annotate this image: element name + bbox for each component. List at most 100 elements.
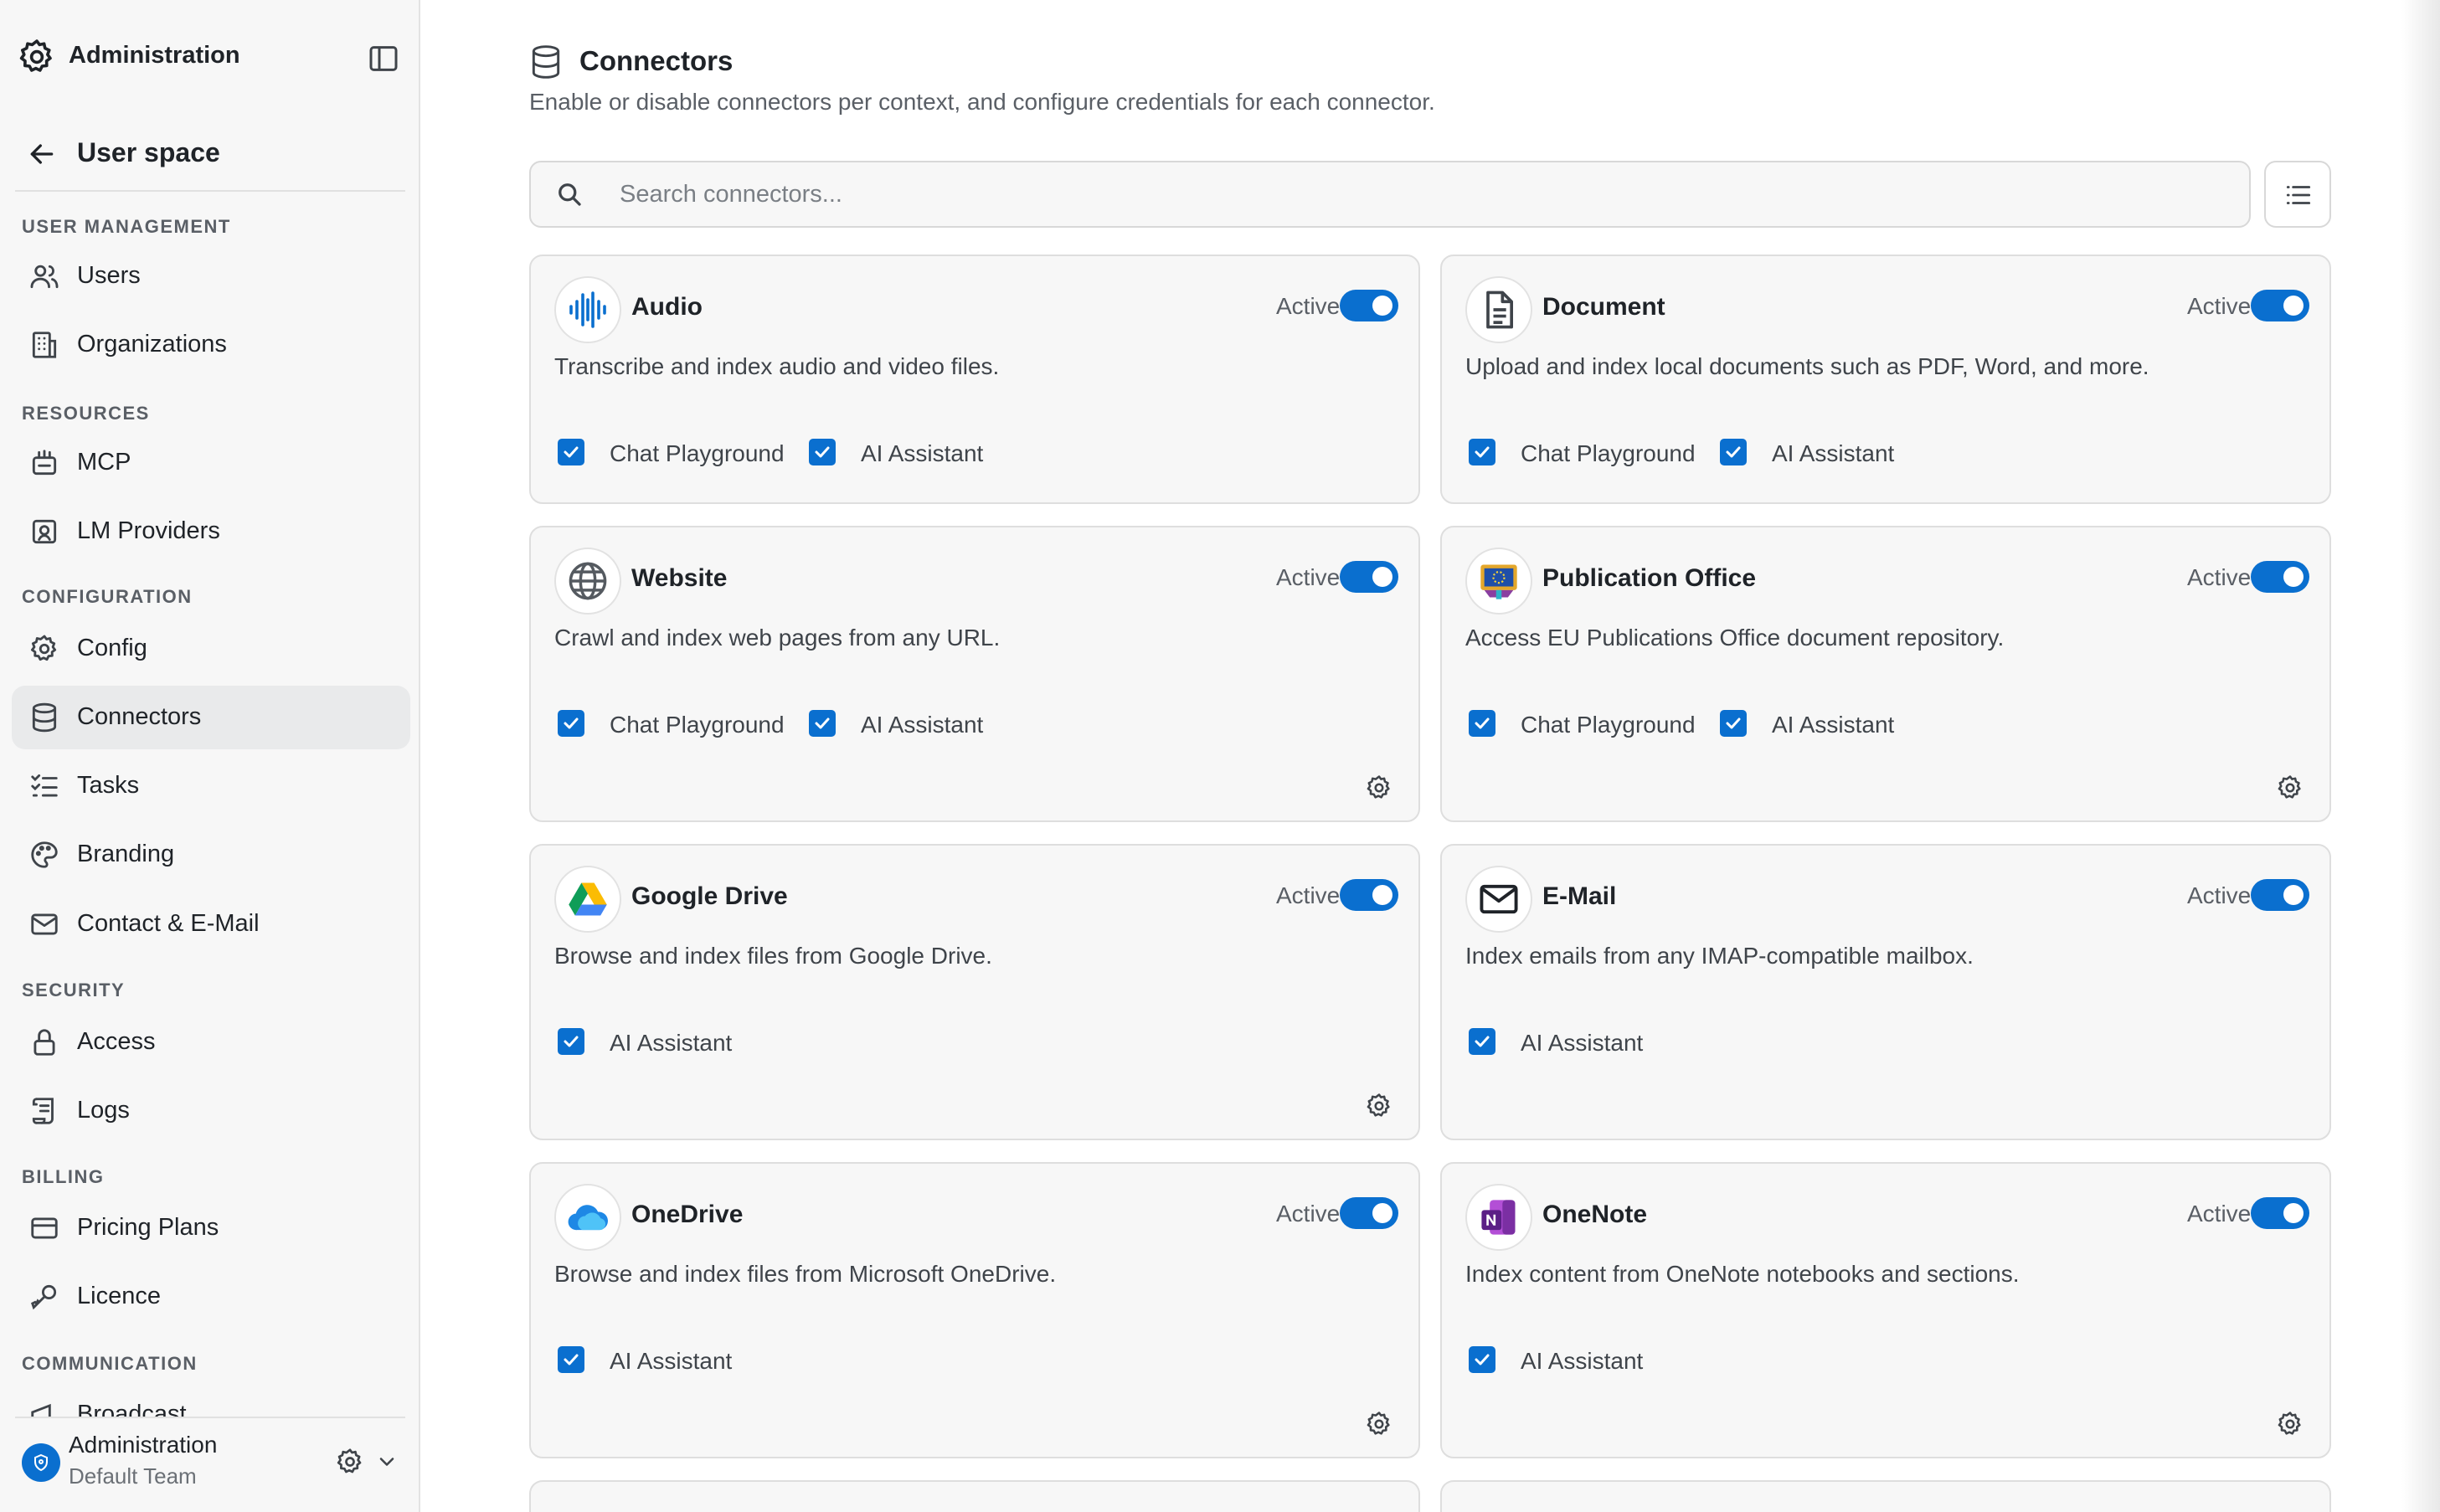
option-label: Chat Playground [610, 712, 785, 738]
sidebar-item-branding[interactable]: Branding [12, 823, 410, 887]
context-options: Chat Playground AI Assistant [554, 434, 1392, 471]
check-icon [564, 1354, 579, 1365]
check-icon [1726, 446, 1741, 458]
context-options: AI Assistant [1465, 1023, 2303, 1060]
connector-name: E-Mail [1542, 882, 1617, 910]
footer-team: Default Team [69, 1463, 197, 1489]
sidebar-item-lm-providers[interactable]: LM Providers [12, 500, 410, 563]
active-toggle[interactable] [1340, 1197, 1398, 1229]
checkbox-checked[interactable] [1469, 1346, 1495, 1373]
team-switcher[interactable]: Administration Default Team [0, 1418, 419, 1512]
sidebar-toggle-icon[interactable] [367, 42, 400, 75]
checkbox-checked[interactable] [809, 439, 836, 465]
checkbox-checked[interactable] [558, 710, 584, 737]
connector-name: Publication Office [1542, 564, 1757, 592]
sidebar-item-connectors[interactable]: Connectors [12, 686, 410, 749]
sidebar-item-label: Pricing Plans [77, 1214, 219, 1241]
connector-description: Browse and index files from Google Drive… [554, 943, 992, 969]
connector-name: Website [631, 564, 728, 592]
connector-settings-icon[interactable] [2276, 774, 2304, 802]
palette-icon [31, 841, 58, 868]
sidebar-item-users[interactable]: Users [12, 244, 410, 308]
active-toggle[interactable] [1340, 290, 1398, 321]
search-bar [529, 161, 2251, 228]
sidebar-item-label: Connectors [77, 703, 202, 730]
sidebar-title: Administration [69, 42, 240, 69]
sidebar-item-label: Organizations [77, 331, 227, 357]
sidebar-item-contact-email[interactable]: Contact & E-Mail [12, 892, 410, 956]
connector-settings-icon[interactable] [2276, 1410, 2304, 1438]
sidebar-item-logs[interactable]: Logs [12, 1079, 410, 1143]
section-user-management: USER MANAGEMENT [22, 216, 231, 237]
sidebar-item-pricing-plans[interactable]: Pricing Plans [12, 1196, 410, 1260]
active-toggle[interactable] [1340, 879, 1398, 911]
sidebar-item-access[interactable]: Access [12, 1011, 410, 1074]
active-toggle[interactable] [2251, 290, 2309, 321]
settings-gear-icon[interactable] [335, 1447, 365, 1477]
sidebar-item-mcp[interactable]: MCP [12, 431, 410, 495]
credit-card-icon [31, 1217, 58, 1239]
active-toggle[interactable] [2251, 1197, 2309, 1229]
scroll-icon [32, 1098, 54, 1124]
option-label: AI Assistant [610, 1348, 733, 1374]
section-configuration: CONFIGURATION [22, 586, 193, 607]
key-icon [31, 1284, 57, 1310]
connector-description: Index emails from any IMAP-compatible ma… [1465, 943, 1974, 969]
connector-card-google-drive: Google Drive Active Browse and index fil… [529, 844, 1420, 1140]
section-security: SECURITY [22, 980, 126, 1000]
checkbox-checked[interactable] [1720, 710, 1747, 737]
checkbox-checked[interactable] [1469, 439, 1495, 465]
onedrive-icon [568, 1205, 608, 1231]
checkbox-checked[interactable] [558, 1028, 584, 1055]
sidebar-item-label: Tasks [77, 772, 140, 799]
section-communication: COMMUNICATION [22, 1353, 198, 1374]
back-label: User space [77, 137, 220, 167]
back-to-user-space[interactable]: User space [25, 127, 394, 177]
toggle-knob [2283, 1203, 2304, 1223]
chevron-down-icon[interactable] [375, 1450, 399, 1473]
sidebar-item-organizations[interactable]: Organizations [12, 313, 410, 377]
search-input[interactable] [620, 174, 2211, 214]
list-view-button[interactable] [2264, 161, 2331, 228]
connector-settings-icon[interactable] [1365, 774, 1393, 802]
option-label: Chat Playground [1521, 440, 1696, 466]
connector-icon [1465, 866, 1532, 933]
check-icon [1726, 717, 1741, 729]
checkbox-checked[interactable] [1469, 1028, 1495, 1055]
connector-icon [554, 276, 621, 343]
status-label: Active [2187, 882, 2252, 908]
sidebar-item-tasks[interactable]: Tasks [12, 754, 410, 818]
checkbox-checked[interactable] [558, 1346, 584, 1373]
sidebar-item-label: Users [77, 262, 141, 289]
sidebar-item-licence[interactable]: Licence [12, 1265, 410, 1329]
connector-icon [554, 548, 621, 615]
connector-card-publication-office: Publication Office Active Access EU Publ… [1440, 526, 2331, 822]
option-label: AI Assistant [1772, 440, 1895, 466]
mail-icon [31, 913, 58, 935]
checkbox-checked[interactable] [558, 439, 584, 465]
sidebar-item-label: Broadcast [77, 1401, 187, 1417]
connector-name: OneDrive [631, 1201, 744, 1228]
arrow-left-icon [30, 144, 54, 164]
option-label: AI Assistant [1521, 1030, 1644, 1056]
active-toggle[interactable] [2251, 561, 2309, 593]
context-options: Chat Playground AI Assistant [554, 705, 1392, 742]
sidebar-item-config[interactable]: Config [12, 617, 410, 681]
connector-settings-icon[interactable] [1365, 1092, 1393, 1120]
connector-settings-icon[interactable] [1365, 1410, 1393, 1438]
mcp-icon [32, 450, 57, 476]
checkbox-checked[interactable] [1469, 710, 1495, 737]
lock-icon [33, 1029, 55, 1056]
tasks-icon [31, 774, 58, 797]
active-toggle[interactable] [1340, 561, 1398, 593]
checkbox-checked[interactable] [809, 710, 836, 737]
connector-icon [554, 1184, 621, 1251]
active-toggle[interactable] [2251, 879, 2309, 911]
check-icon [1475, 1036, 1490, 1047]
checkbox-checked[interactable] [1720, 439, 1747, 465]
sidebar: Administration User space USER MANAGEMEN… [0, 0, 420, 1512]
connector-icon [1465, 1184, 1532, 1251]
search-icon [559, 183, 581, 206]
sidebar-item-broadcast[interactable]: Broadcast [12, 1383, 410, 1417]
database-icon [532, 45, 560, 79]
